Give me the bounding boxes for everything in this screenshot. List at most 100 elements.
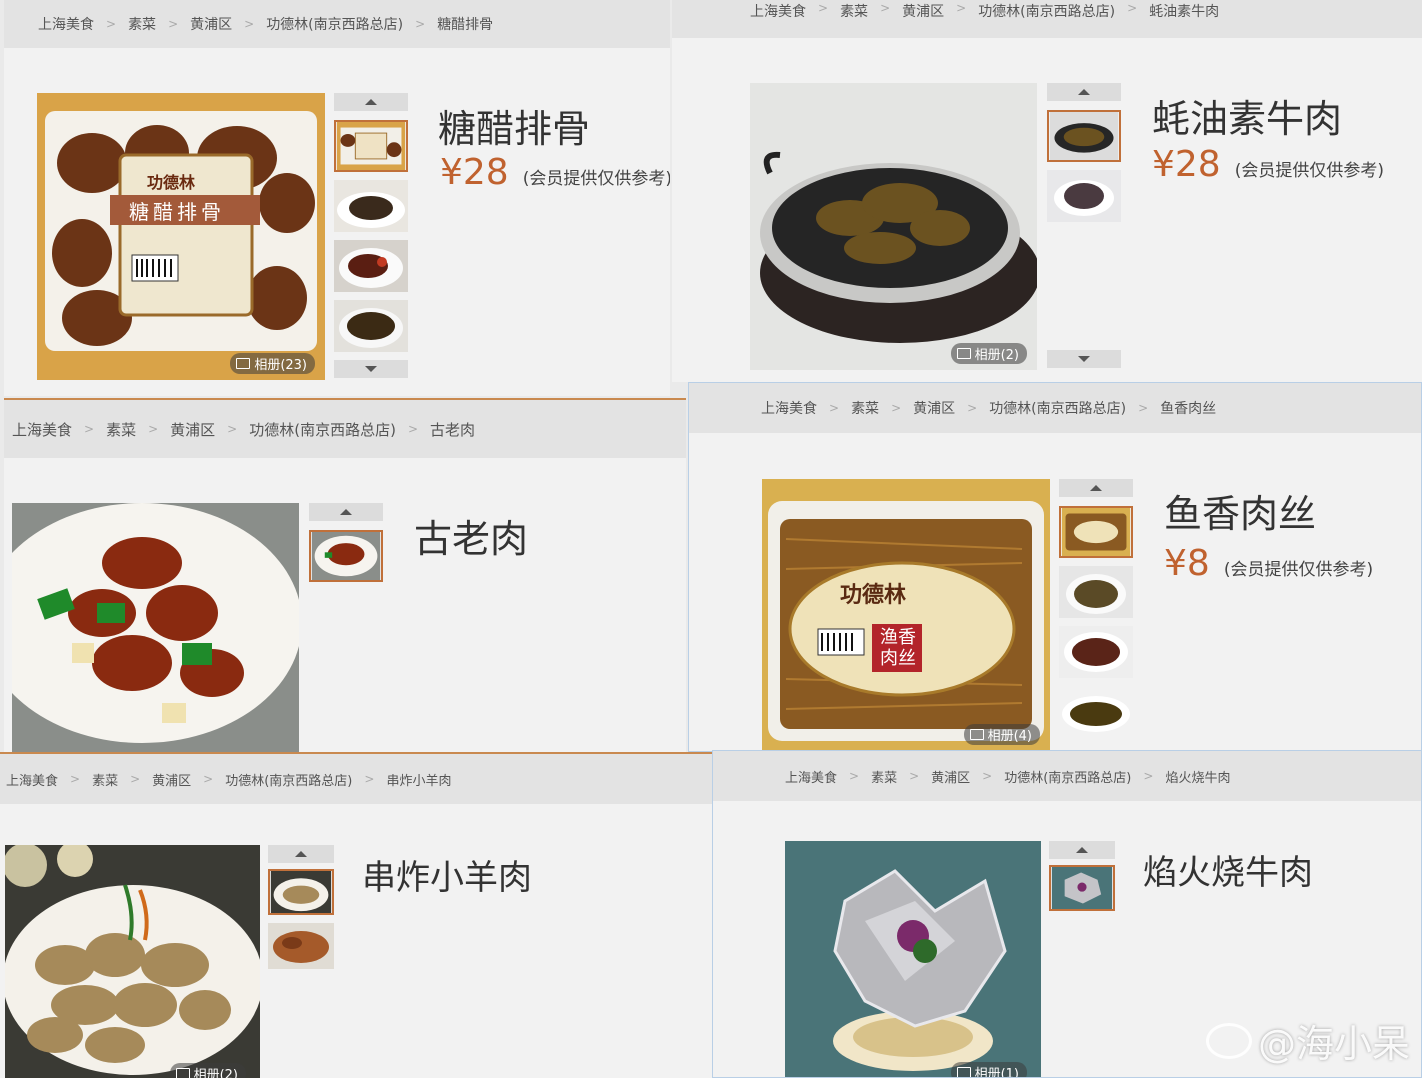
thumbnail-image — [1061, 508, 1131, 556]
breadcrumb-item[interactable]: 黄浦区 — [913, 398, 955, 418]
breadcrumb-item[interactable]: 素菜 — [840, 1, 868, 21]
thumbnail[interactable] — [1049, 865, 1115, 911]
breadcrumb-item[interactable]: 上海美食 — [761, 398, 817, 418]
thumbnail[interactable] — [1047, 170, 1121, 222]
album-button[interactable]: 相册(2) — [950, 343, 1027, 364]
thumbnail[interactable] — [334, 120, 408, 172]
chevron-right-icon: > — [967, 401, 978, 415]
package-photo — [37, 93, 325, 380]
sweet-sour-pork-photo — [12, 503, 299, 754]
breadcrumb-item[interactable]: 功德林(南京西路总店) — [1004, 767, 1131, 786]
thumbnail[interactable] — [1059, 686, 1133, 738]
dish-panel-gulao: 上海美食 > 素菜 > 黄浦区 > 功德林(南京西路总店) > 古老肉 古老肉 — [4, 398, 686, 754]
thumb-scroll-up-button[interactable] — [1047, 83, 1121, 101]
breadcrumb-item[interactable]: 素菜 — [128, 14, 156, 34]
breadcrumb-item[interactable]: 功德林(南京西路总店) — [978, 1, 1115, 21]
breadcrumb: 上海美食 > 素菜 > 黄浦区 > 功德林(南京西路总店) > 鱼香肉丝 — [689, 383, 1421, 433]
chevron-up-icon — [1090, 485, 1102, 491]
thumb-scroll-up-button[interactable] — [309, 503, 383, 521]
thumbnail[interactable] — [268, 869, 334, 915]
breadcrumb: 上海美食 > 素菜 > 黄浦区 > 功德林(南京西路总店) > 蚝油素牛肉 — [672, 0, 1422, 38]
thumbnail[interactable] — [334, 240, 408, 292]
breadcrumb-item[interactable]: 素菜 — [851, 398, 879, 418]
breadcrumb-item[interactable]: 素菜 — [106, 419, 136, 440]
dish-main-photo[interactable]: 功德林 渔香肉丝 相册(4) — [762, 479, 1050, 751]
chevron-up-icon — [365, 99, 377, 105]
price: ¥28 — [440, 152, 509, 193]
breadcrumb-current: 蚝油素牛肉 — [1149, 4, 1220, 20]
breadcrumb-item[interactable]: 功德林(南京西路总店) — [989, 398, 1126, 418]
breadcrumb-current: 串炸小羊肉 — [386, 773, 452, 789]
thumb-scroll-up-button[interactable] — [1049, 841, 1115, 859]
chevron-right-icon: > — [1143, 769, 1154, 783]
foil-beef-photo — [785, 841, 1041, 1077]
dish-title: 蚝油素牛肉 — [1152, 97, 1343, 141]
album-button[interactable]: 相册(1) — [950, 1062, 1027, 1077]
album-button[interactable]: 相册(2) — [169, 1063, 246, 1078]
thumbnail[interactable] — [1047, 110, 1121, 162]
breadcrumb-item[interactable]: 黄浦区 — [902, 1, 944, 21]
breadcrumb-item[interactable]: 黄浦区 — [152, 770, 191, 789]
breadcrumb-item[interactable]: 上海美食 — [750, 1, 806, 21]
chevron-right-icon: > — [244, 17, 255, 31]
thumbnail[interactable] — [268, 923, 334, 969]
breadcrumb: 上海美食 > 素菜 > 黄浦区 > 功德林(南京西路总店) > 串炸小羊肉 — [0, 754, 712, 804]
thumbnail-image — [336, 122, 406, 170]
dish-main-photo[interactable] — [12, 503, 299, 754]
dish-main-photo[interactable]: 功德林 糖醋排骨 相册(23) — [37, 93, 325, 380]
breadcrumb-item[interactable]: 上海美食 — [38, 14, 94, 34]
price-row: ¥28 (会员提供仅供参考) — [1152, 144, 1384, 185]
dish-main-photo[interactable]: 相册(2) — [5, 845, 260, 1078]
thumbnail-image — [1059, 626, 1133, 678]
thumbnail-image — [270, 871, 332, 913]
breadcrumb-current: 焰火烧牛肉 — [1165, 770, 1231, 786]
breadcrumb-item[interactable]: 功德林(南京西路总店) — [266, 14, 403, 34]
thumb-scroll-down-button[interactable] — [334, 360, 408, 378]
dish-title: 鱼香肉丝 — [1164, 492, 1317, 536]
dish-panel-chuanzha: 上海美食 > 素菜 > 黄浦区 > 功德林(南京西路总店) > 串炸小羊肉 相册(2) — [0, 752, 712, 1078]
package-label: 渔香肉丝 — [880, 627, 916, 669]
thumb-scroll-down-button[interactable] — [1047, 350, 1121, 368]
chevron-right-icon: > — [909, 769, 920, 783]
thumbnail-image — [1059, 686, 1133, 738]
thumbnail[interactable] — [1059, 626, 1133, 678]
breadcrumb-item[interactable]: 黄浦区 — [190, 14, 232, 34]
picture-icon — [236, 358, 251, 369]
breadcrumb-item[interactable]: 素菜 — [92, 770, 118, 789]
album-button[interactable]: 相册(23) — [230, 353, 315, 374]
thumb-scroll-up-button[interactable] — [334, 93, 408, 111]
chevron-up-icon — [295, 851, 307, 857]
breadcrumb-item[interactable]: 上海美食 — [12, 419, 72, 440]
dish-main-photo[interactable]: 相册(2) — [750, 83, 1037, 370]
chevron-right-icon: > — [168, 17, 179, 31]
thumb-scroll-up-button[interactable] — [268, 845, 334, 863]
breadcrumb-item[interactable]: 上海美食 — [6, 770, 58, 789]
chevron-right-icon: > — [407, 422, 419, 436]
dish-title: 糖醋排骨 — [438, 107, 591, 151]
album-button[interactable]: 相册(4) — [963, 724, 1040, 745]
chevron-down-icon — [1078, 356, 1090, 362]
breadcrumb-item[interactable]: 上海美食 — [785, 767, 837, 786]
chevron-right-icon: > — [148, 422, 159, 436]
thumbnail[interactable] — [309, 530, 383, 582]
thumbnail-image — [334, 180, 408, 232]
thumbnail[interactable] — [334, 300, 408, 352]
thumbnail[interactable] — [334, 180, 408, 232]
chevron-right-icon: > — [956, 1, 967, 15]
breadcrumb-item[interactable]: 素菜 — [871, 767, 897, 786]
breadcrumb-item[interactable]: 功德林(南京西路总店) — [249, 419, 396, 440]
breadcrumb-item[interactable]: 功德林(南京西路总店) — [225, 770, 352, 789]
breadcrumb-current: 鱼香肉丝 — [1160, 401, 1217, 417]
chevron-up-icon — [1076, 847, 1088, 853]
dish-main-photo[interactable]: 相册(1) — [785, 841, 1041, 1077]
breadcrumb-item[interactable]: 黄浦区 — [170, 419, 215, 440]
chevron-right-icon: > — [891, 401, 902, 415]
thumbnail-image — [1047, 170, 1121, 222]
price-row: ¥8 (会员提供仅供参考) — [1164, 543, 1373, 584]
thumbnail-image — [1059, 566, 1133, 618]
thumbnail[interactable] — [1059, 506, 1133, 558]
dish-panel-tangcu: 上海美食 > 素菜 > 黄浦区 > 功德林(南京西路总店) > 糖醋排骨 功德林… — [4, 0, 670, 396]
breadcrumb-item[interactable]: 黄浦区 — [931, 767, 970, 786]
thumb-scroll-up-button[interactable] — [1059, 479, 1133, 497]
thumbnail[interactable] — [1059, 566, 1133, 618]
